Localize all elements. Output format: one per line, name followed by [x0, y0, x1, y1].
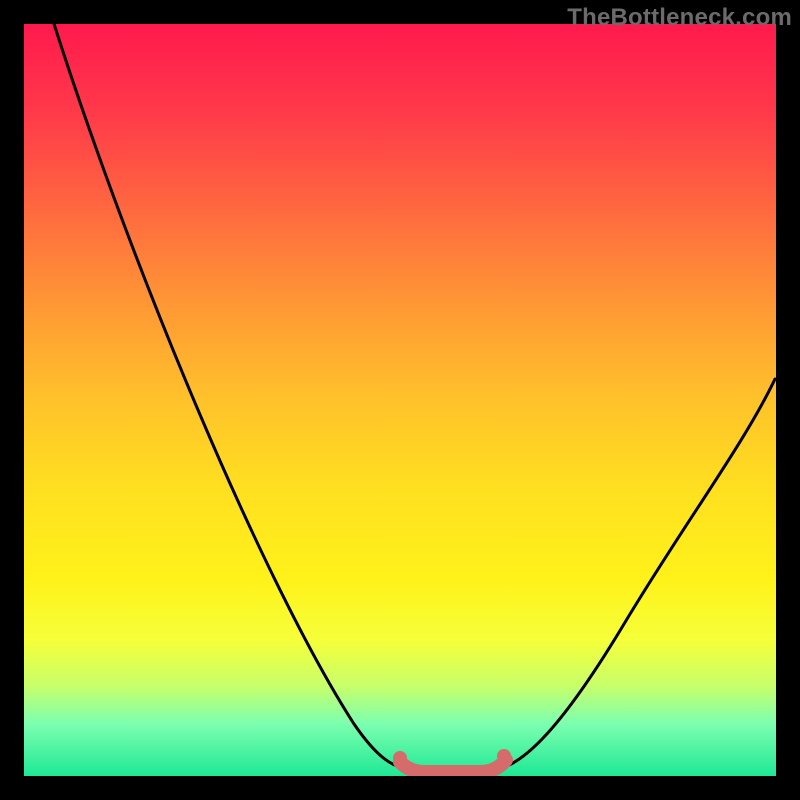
bottleneck-curve-right: [494, 379, 775, 770]
optimal-range-band: [400, 760, 506, 772]
chart-frame: [24, 24, 776, 776]
chart-svg: [24, 24, 776, 776]
optimal-range-marker-end: [497, 749, 511, 763]
optimal-range-marker-start: [393, 751, 407, 765]
watermark-text: TheBottleneck.com: [567, 4, 792, 32]
bottleneck-curve-left: [54, 24, 412, 770]
